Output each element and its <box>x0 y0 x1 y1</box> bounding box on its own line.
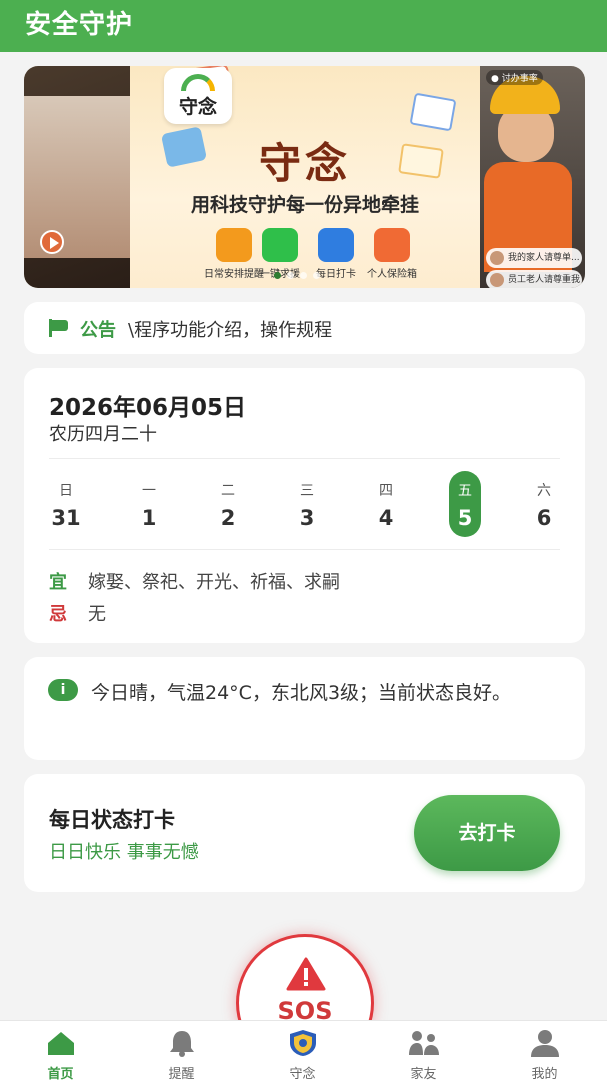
weekday-wed[interactable]: 三 3 <box>291 471 323 537</box>
reminder-icon <box>216 228 252 262</box>
family-icon <box>409 1031 439 1055</box>
announcement-text[interactable]: \程序功能介绍，操作规程 <box>128 316 332 342</box>
inauspicious-value: 无 <box>88 604 106 625</box>
grid-icon <box>318 228 354 262</box>
bottom-tab-bar: 首页 提醒 守念 家友 我的 <box>0 1020 607 1080</box>
tab-me[interactable]: 我的 <box>484 1021 605 1080</box>
weather-text: 今日晴，气温24°C，东北风3级；当前状态良好。 <box>91 682 512 704</box>
banner-slogan: 用科技守护每一份异地牵挂 <box>190 194 419 216</box>
play-icon[interactable] <box>40 230 64 254</box>
divider <box>49 549 560 550</box>
inauspicious-label: 忌 <box>49 604 67 625</box>
banner-family-photo <box>24 66 130 288</box>
chat-icon <box>262 228 298 262</box>
banner-brand: 守念 <box>258 139 351 188</box>
promo-banner[interactable]: 守念 守念 用科技守护每一份异地牵挂 日常安排提醒 一键求援 每日打卡 个人保险… <box>24 66 585 288</box>
checkin-card: 每日状态打卡 日日快乐 事事无憾 去打卡 <box>24 774 585 892</box>
tab-family[interactable]: 家友 <box>363 1021 484 1080</box>
badge-icon <box>290 1030 316 1056</box>
banner-chip: 员工老人请尊重我 <box>486 270 582 288</box>
home-icon <box>48 1032 74 1055</box>
lunar-date: 农历四月二十 <box>49 424 157 445</box>
app-header: 安全守护 <box>0 0 607 52</box>
banner-worker-photo: ● 讨办事率 我的家人请尊单... 员工老人请尊重我 <box>480 66 585 288</box>
logo-text: 守念 <box>178 96 217 118</box>
weekday-tue[interactable]: 二 2 <box>212 471 244 537</box>
announcement-label: 公告 <box>80 320 116 341</box>
tab-reminder[interactable]: 提醒 <box>121 1021 242 1080</box>
page-title: 安全守护 <box>25 10 134 40</box>
user-icon <box>531 1030 559 1057</box>
banner-feature-safe: 个人保险箱 <box>362 228 422 280</box>
calendar-card: 2026年06月05日 农历四月二十 日 31 一 1 二 2 三 3 四 4 … <box>24 368 585 643</box>
announcement-bar[interactable]: 公告 \程序功能介绍，操作规程 <box>24 302 585 354</box>
checkin-button[interactable]: 去打卡 <box>414 795 560 871</box>
weather-card: i 今日晴，气温24°C，东北风3级；当前状态良好。 <box>24 657 585 760</box>
weekday-fri-selected[interactable]: 五 5 <box>449 471 481 537</box>
checkin-subtitle: 日日快乐 事事无憾 <box>49 842 199 863</box>
divider <box>49 458 560 459</box>
tab-shounian[interactable]: 守念 <box>242 1021 363 1080</box>
auspicious-label: 宜 <box>49 572 67 593</box>
warning-icon <box>286 957 326 991</box>
carousel-indicator[interactable] <box>274 264 326 283</box>
info-icon: i <box>48 679 78 701</box>
weekday-sat[interactable]: 六 6 <box>528 471 560 537</box>
flag-icon <box>49 319 69 337</box>
banner-chip: 我的家人请尊单... <box>486 248 582 268</box>
tab-home[interactable]: 首页 <box>0 1021 121 1080</box>
weekday-thu[interactable]: 四 4 <box>370 471 402 537</box>
bell-icon <box>170 1031 194 1057</box>
auspicious-value: 嫁娶、祭祀、开光、祈福、求嗣 <box>88 572 340 593</box>
banner-tag: ● 讨办事率 <box>486 70 543 85</box>
weekday-mon[interactable]: 一 1 <box>133 471 165 537</box>
safe-box-icon <box>374 228 410 262</box>
checkin-title: 每日状态打卡 <box>49 808 175 832</box>
app-logo: 守念 <box>164 68 232 124</box>
current-date: 2026年06月05日 <box>49 395 247 421</box>
weekday-sun[interactable]: 日 31 <box>50 471 82 537</box>
